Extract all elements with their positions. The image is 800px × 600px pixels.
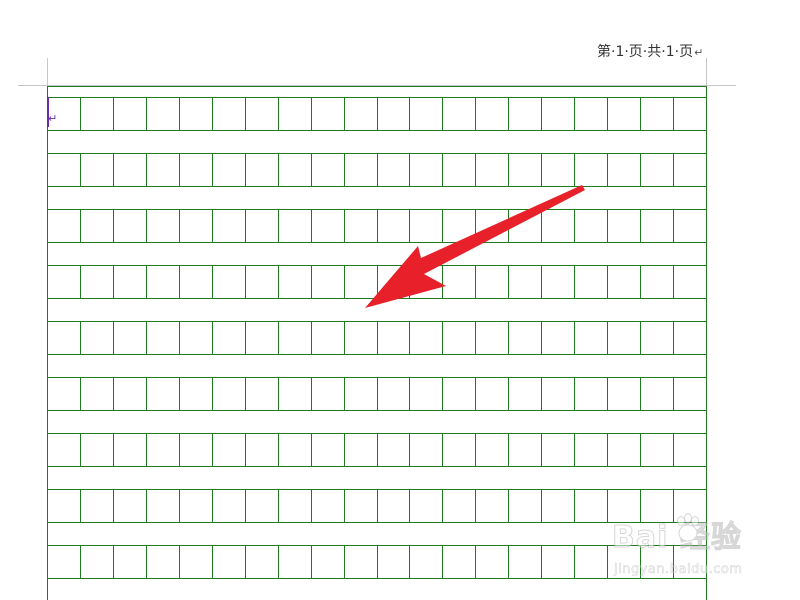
baidu-jingyan-watermark: Bai 经验 jingyan.baidu.com [612,512,782,584]
paw-icon [677,513,699,542]
grid-row[interactable] [47,433,706,466]
grid-row[interactable] [47,377,706,410]
grid-row[interactable] [47,265,706,298]
grid-row[interactable] [47,321,706,354]
grid-row[interactable] [47,97,706,130]
grid-row[interactable] [47,545,706,578]
grid-row[interactable] [47,209,706,242]
body-paragraph-mark: ↵ [48,112,58,125]
manuscript-grid[interactable] [0,0,800,600]
grid-row[interactable] [47,489,706,522]
document-page: 第·1·页·共·1·页↵ ↵ Bai 经验 jingyan.baidu.com [0,0,800,600]
grid-row[interactable] [47,153,706,186]
grid-cells[interactable] [47,86,707,600]
watermark-url: jingyan.baidu.com [614,562,743,578]
